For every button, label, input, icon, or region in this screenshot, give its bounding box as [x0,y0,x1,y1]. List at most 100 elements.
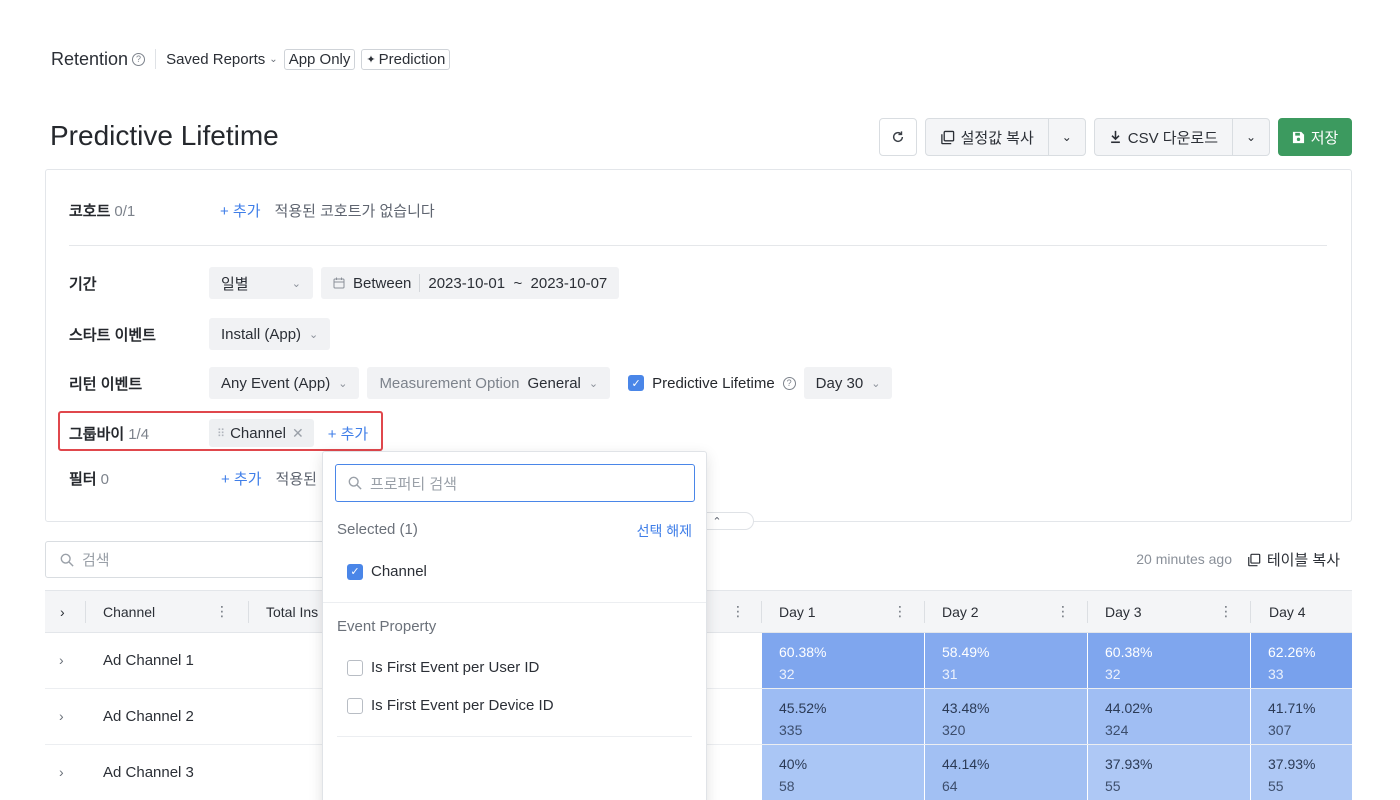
retention-cell[interactable]: 62.26% 33 [1251,633,1352,688]
refresh-icon [892,131,903,143]
checkbox-unchecked-icon [347,659,363,676]
copy-icon [940,130,954,144]
property-option-label: Is First Event per Device ID [371,697,554,714]
copy-settings-label: 설정값 복사 [960,129,1034,147]
more-vertical-icon[interactable]: ⋮ [731,603,745,620]
cohort-empty-text: 적용된 코호트가 없습니다 [274,203,435,220]
group-by-highlight [58,411,383,451]
more-vertical-icon[interactable]: ⋮ [1056,603,1070,620]
column-divider [761,601,762,623]
property-option-label: Is First Event per User ID [371,659,540,676]
selected-property-item[interactable]: ✓ Channel [347,563,427,580]
column-divider [1087,601,1088,623]
start-event-value: Install (App) [221,325,302,343]
property-search-input[interactable]: 프로퍼티 검색 [335,464,695,502]
measurement-option-select[interactable]: Measurement Option General ⌄ [367,367,611,399]
column-header-day2[interactable]: Day 2 ⋮ [942,591,1082,632]
search-icon [348,476,362,490]
prediction-chip[interactable]: ✦ Prediction [361,48,451,70]
date-range-picker[interactable]: Between 2023-10-01 ~ 2023-10-07 [321,267,620,299]
csv-download-menu-button[interactable]: ⌄ [1233,119,1269,155]
column-header-day4[interactable]: Day 4 [1269,591,1306,632]
channel-name: Ad Channel 2 [103,708,194,725]
start-event-row: 스타트 이벤트 Install (App) ⌄ [69,318,331,350]
start-event-select[interactable]: Install (App) ⌄ [209,318,331,350]
report-nav: Retention ? Saved Reports ⌄ App Only ✦ P… [51,46,451,72]
retention-cell[interactable]: 40% 58 [762,745,924,800]
search-icon [60,553,74,567]
column-header-day3[interactable]: Day 3 ⋮ [1105,591,1245,632]
column-header-label: Channel [103,603,156,620]
toolbar: 설정값 복사 ⌄ CSV 다운로드 ⌄ 저장 [878,118,1352,156]
return-event-row: 리턴 이벤트 Any Event (App) ⌄ Measurement Opt… [69,367,893,399]
expand-all-button[interactable]: › [60,591,65,632]
retention-cell[interactable]: 44.02% 324 [1088,689,1250,744]
column-header-label: Day 4 [1269,603,1306,620]
retention-cell[interactable]: 45.52% 335 [762,689,924,744]
nav-divider [155,49,157,69]
refresh-button[interactable] [878,118,917,156]
retention-cell[interactable]: 37.93% 55 [1088,745,1250,800]
add-filter-link[interactable]: + 추가 [221,468,262,489]
return-event-value: Any Event (App) [221,374,331,392]
chevron-right-icon[interactable]: › [59,764,64,780]
retention-cell[interactable]: 44.14% 64 [925,745,1087,800]
add-cohort-link[interactable]: + 추가 [220,200,261,221]
more-vertical-icon[interactable]: ⋮ [215,603,229,620]
column-divider [924,601,925,623]
filter-label: 필터 0 [69,471,109,488]
help-icon[interactable]: ? [132,52,146,66]
start-event-label: 스타트 이벤트 [69,326,156,344]
retention-cell[interactable]: 37.93% 55 [1251,745,1352,800]
chevron-down-icon: ⌄ [1061,130,1072,144]
granularity-select[interactable]: 일별 ⌄ [209,267,313,299]
column-header-label: Day 1 [779,603,816,620]
column-header-channel[interactable]: Channel ⋮ [103,591,241,632]
copy-settings-button[interactable]: 설정값 복사 [926,119,1049,155]
column-header-label: Day 3 [1105,603,1142,620]
chevron-right-icon[interactable]: › [59,652,64,668]
column-header-total[interactable]: Total Ins [266,591,318,632]
table-copy-button[interactable]: 테이블 복사 [1247,549,1340,570]
column-menu[interactable]: ⋮ [717,591,757,632]
retention-cell[interactable]: 41.71% 307 [1251,689,1352,744]
property-option[interactable]: Is First Event per Device ID [347,697,554,714]
more-vertical-icon[interactable]: ⋮ [1219,603,1233,620]
copy-settings-group: 설정값 복사 ⌄ [924,118,1086,156]
day-select[interactable]: Day 30 ⌄ [803,367,893,399]
filter-row: 필터 0 + 추가 적용된 필 [69,468,335,489]
chevron-right-icon[interactable]: › [59,708,64,724]
property-search-placeholder: 프로퍼티 검색 [370,475,457,493]
retention-cell[interactable]: 43.48% 320 [925,689,1087,744]
sparkle-icon: ✦ [366,53,376,66]
app-only-chip[interactable]: App Only [283,48,356,70]
prediction-label: Prediction [378,50,446,68]
property-option[interactable]: Is First Event per User ID [347,659,539,676]
clear-selection-link[interactable]: 선택 해제 [637,521,692,541]
report-type[interactable]: Retention ? [51,49,146,70]
chevron-down-icon: ⌄ [588,377,599,390]
csv-download-group: CSV 다운로드 ⌄ [1093,118,1270,156]
column-header-label: Total Ins [266,603,319,620]
cohort-label: 코호트 0/1 [69,203,136,220]
predictive-lifetime-toggle[interactable]: ✓ Predictive Lifetime ? [628,375,796,392]
more-vertical-icon[interactable]: ⋮ [893,603,907,620]
chevron-down-icon: ⌄ [1245,130,1257,144]
column-header-day1[interactable]: Day 1 ⋮ [779,591,919,632]
chevron-up-icon: ⌃ [712,515,722,528]
retention-cell[interactable]: 60.38% 32 [762,633,924,688]
chevron-down-icon: ⌄ [338,377,348,390]
table-search-input[interactable]: 검색 [45,541,335,578]
column-divider [248,601,249,623]
save-button[interactable]: 저장 [1278,118,1352,156]
csv-download-button[interactable]: CSV 다운로드 [1095,119,1233,155]
saved-reports-label: Saved Reports [166,50,266,68]
return-event-select[interactable]: Any Event (App) ⌄ [209,367,360,399]
saved-reports-dropdown[interactable]: Saved Reports ⌄ [166,51,278,68]
channel-name: Ad Channel 3 [103,764,194,781]
retention-cell[interactable]: 58.49% 31 [925,633,1087,688]
retention-cell[interactable]: 60.38% 32 [1088,633,1250,688]
copy-settings-menu-button[interactable]: ⌄ [1049,119,1085,155]
copy-icon [1247,553,1261,566]
help-icon[interactable]: ? [782,376,796,390]
